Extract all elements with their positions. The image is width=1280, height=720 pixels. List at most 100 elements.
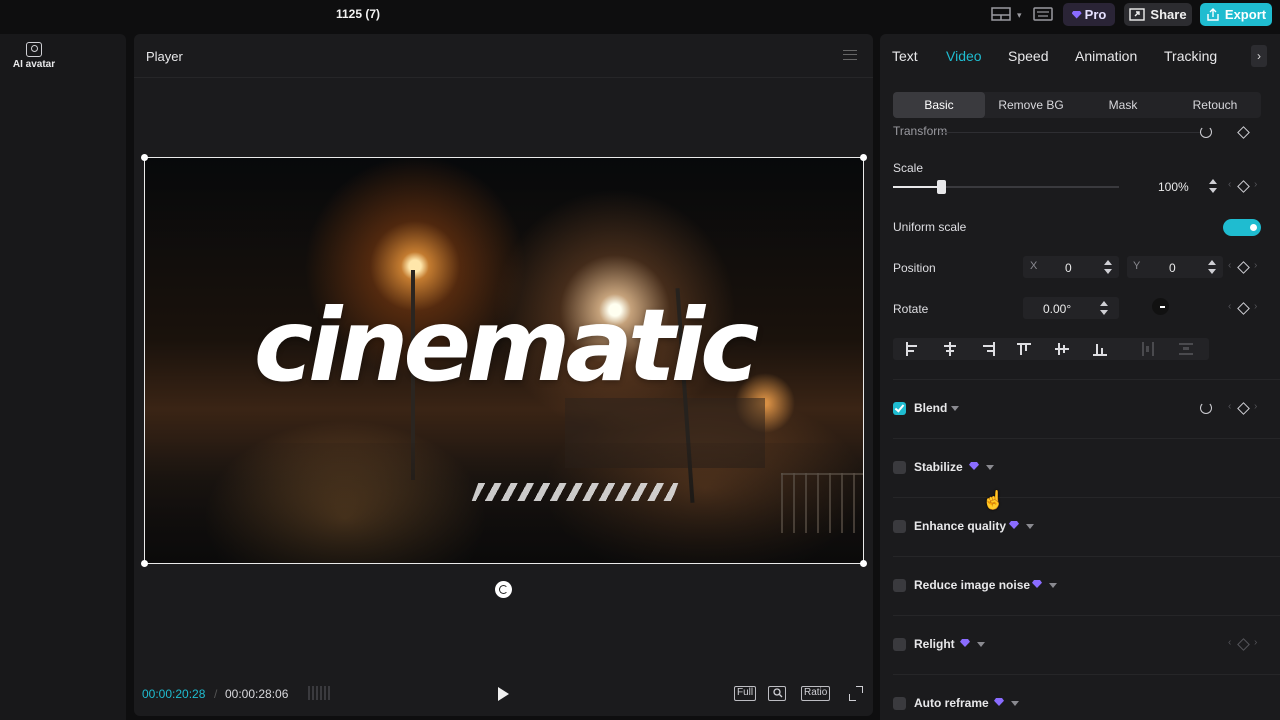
reset-icon[interactable] [1200, 126, 1212, 138]
chevron-down-icon[interactable] [977, 642, 985, 647]
tab-text[interactable]: Text [892, 48, 918, 64]
auto-reframe-checkbox[interactable] [893, 697, 906, 710]
scale-slider[interactable] [893, 186, 1119, 188]
reset-icon[interactable] [1200, 402, 1212, 414]
blend-label[interactable]: Blend [914, 401, 947, 415]
keyframe-icon[interactable] [1237, 402, 1250, 415]
video-preview[interactable]: cinematic [144, 157, 864, 564]
keyframe-icon[interactable] [1237, 126, 1250, 139]
align-center-vertical-icon[interactable] [1055, 342, 1069, 356]
scale-slider-thumb[interactable] [937, 180, 946, 194]
rotate-value[interactable]: 0.00° [1043, 302, 1071, 316]
play-icon[interactable] [498, 687, 509, 701]
resize-handle[interactable] [860, 560, 867, 567]
fullscreen-icon[interactable] [849, 686, 863, 701]
align-bottom-icon[interactable] [1093, 342, 1107, 356]
resize-handle[interactable] [860, 154, 867, 161]
pro-label: Pro [1084, 7, 1107, 22]
keyframe-icon[interactable] [1237, 302, 1250, 315]
share-button[interactable]: Share [1124, 3, 1192, 26]
align-top-icon[interactable] [1017, 342, 1031, 356]
relight-checkbox[interactable] [893, 638, 906, 651]
overlay-text[interactable]: cinematic [145, 296, 863, 396]
rotate-handle-icon[interactable] [495, 581, 512, 598]
ai-avatar-label: AI avatar [12, 59, 56, 70]
keyframe-icon[interactable] [1237, 638, 1250, 651]
distribute-horizontal-icon[interactable] [1141, 342, 1155, 356]
resize-handle[interactable] [141, 560, 148, 567]
distribute-vertical-icon[interactable] [1179, 342, 1193, 356]
ai-avatar-button[interactable]: AI avatar [8, 42, 60, 70]
chevron-down-icon[interactable] [1026, 524, 1034, 529]
left-rail: AI avatar [0, 34, 126, 720]
next-keyframe-icon[interactable]: › [1254, 401, 1257, 412]
subtab-retouch[interactable]: Retouch [1169, 92, 1261, 118]
rotate-dial[interactable] [1152, 298, 1169, 315]
uniform-scale-toggle[interactable] [1223, 219, 1261, 236]
keyboard-icon[interactable] [1033, 7, 1053, 23]
chevron-down-icon[interactable] [986, 465, 994, 470]
project-title[interactable]: 1125 (7) [336, 7, 380, 21]
position-x-stepper[interactable] [1102, 258, 1114, 276]
rotate-stepper[interactable] [1098, 299, 1110, 317]
tab-video[interactable]: Video [946, 48, 982, 64]
auto-reframe-label[interactable]: Auto reframe [914, 696, 989, 710]
preview-crosswalk [471, 483, 679, 501]
tab-animation[interactable]: Animation [1075, 48, 1137, 64]
reduce-noise-checkbox[interactable] [893, 579, 906, 592]
resize-handle[interactable] [141, 154, 148, 161]
chevron-down-icon[interactable] [951, 406, 959, 411]
next-keyframe-icon[interactable]: › [1254, 301, 1257, 312]
scale-stepper[interactable] [1207, 177, 1219, 195]
next-keyframe-icon[interactable]: › [1254, 260, 1257, 271]
next-keyframe-icon[interactable]: › [1254, 179, 1257, 190]
tab-speed[interactable]: Speed [1008, 48, 1048, 64]
position-x-value[interactable]: 0 [1065, 261, 1072, 275]
rotate-label: Rotate [893, 302, 929, 316]
transform-label: Transform [893, 124, 948, 138]
position-y-stepper[interactable] [1206, 258, 1218, 276]
next-keyframe-icon[interactable]: › [1254, 637, 1257, 648]
stabilize-label[interactable]: Stabilize [914, 460, 963, 474]
reduce-noise-label[interactable]: Reduce image noise [914, 578, 1030, 592]
chevron-right-icon[interactable]: › [1251, 45, 1267, 67]
position-y-value[interactable]: 0 [1169, 261, 1176, 275]
chevron-down-icon[interactable] [1011, 701, 1019, 706]
tab-tracking[interactable]: Tracking [1164, 48, 1217, 64]
scale-value[interactable]: 100% [1158, 180, 1189, 194]
enhance-quality-label[interactable]: Enhance quality [914, 519, 1006, 533]
current-time: 00:00:20:28 [142, 687, 206, 701]
full-button[interactable]: Full [734, 686, 757, 701]
menu-icon[interactable] [843, 50, 857, 60]
time-separator: / [214, 687, 218, 701]
keyframe-icon[interactable] [1237, 180, 1250, 193]
pro-diamond-icon [960, 639, 970, 647]
prev-keyframe-icon[interactable]: ‹ [1228, 260, 1231, 271]
prev-keyframe-icon[interactable]: ‹ [1228, 179, 1231, 190]
prev-keyframe-icon[interactable]: ‹ [1228, 637, 1231, 648]
export-button[interactable]: Export [1200, 3, 1272, 26]
waveform-icon[interactable] [308, 686, 330, 700]
zoom-icon[interactable] [768, 686, 786, 701]
pro-button[interactable]: Pro [1063, 3, 1115, 26]
keyframe-icon[interactable] [1237, 261, 1250, 274]
subtab-mask[interactable]: Mask [1077, 92, 1169, 118]
prev-keyframe-icon[interactable]: ‹ [1228, 301, 1231, 312]
divider [893, 497, 1280, 498]
blend-checkbox[interactable] [893, 402, 906, 415]
relight-label[interactable]: Relight [914, 637, 955, 651]
align-center-horizontal-icon[interactable] [943, 342, 957, 356]
subtab-remove-bg[interactable]: Remove BG [985, 92, 1077, 118]
subtab-basic[interactable]: Basic [893, 92, 985, 118]
chevron-down-icon[interactable] [1049, 583, 1057, 588]
divider [893, 379, 1280, 380]
ratio-button[interactable]: Ratio [801, 686, 831, 701]
align-left-icon[interactable] [905, 342, 919, 356]
align-right-icon[interactable] [981, 342, 995, 356]
layout-icon[interactable] [991, 7, 1013, 23]
stabilize-checkbox[interactable] [893, 461, 906, 474]
enhance-quality-checkbox[interactable] [893, 520, 906, 533]
prev-keyframe-icon[interactable]: ‹ [1228, 401, 1231, 412]
chevron-down-icon[interactable]: ▾ [1017, 10, 1022, 26]
alignment-toolbar [893, 338, 1209, 360]
